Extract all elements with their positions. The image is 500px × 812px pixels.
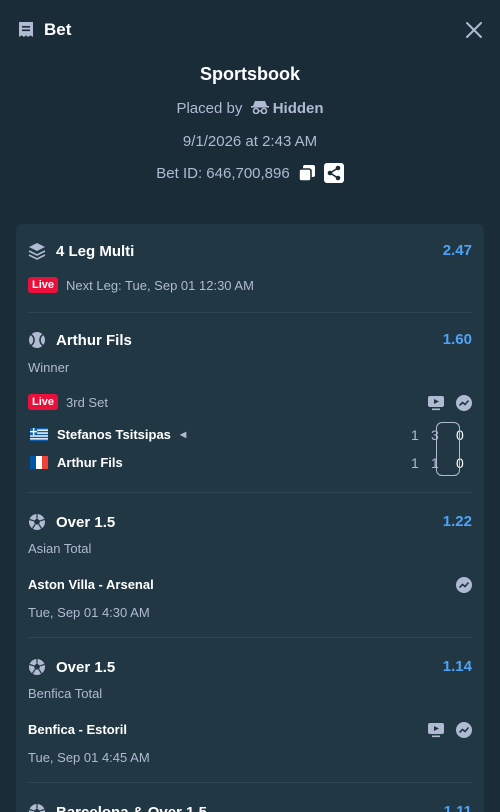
multi-title: 4 Leg Multi — [56, 242, 135, 260]
match-name[interactable]: Aston Villa - Arsenal — [28, 577, 154, 592]
modal-title: Bet — [44, 20, 72, 39]
leg-title-row: Barcelona & Over 1.5 — [28, 803, 207, 812]
leg-aston-villa-arsenal[interactable]: Over 1.5 1.22 Asian Total Aston Villa - … — [28, 513, 472, 623]
share-icon[interactable] — [323, 163, 344, 183]
stats-icon[interactable] — [456, 577, 472, 593]
leg-title: Arthur Fils — [56, 331, 132, 349]
multi-title-row: 4 Leg Multi — [28, 242, 134, 260]
leg-benfica-estoril[interactable]: Over 1.5 1.14 Benfica Total Benfica - Es… — [28, 658, 472, 768]
score-set1: 1 — [411, 455, 419, 471]
serving-indicator-icon: ◀ — [180, 430, 187, 439]
leg-odds: 1.11 — [443, 803, 472, 812]
player-row: Arthur Fils 1 1 0 — [28, 453, 472, 473]
market-label: Benfica Total — [28, 686, 103, 701]
bet-card: 4 Leg Multi 2.47 Live Next Leg: Tue, Sep… — [16, 224, 484, 812]
incognito-icon — [250, 101, 269, 115]
leg-odds: 1.22 — [442, 513, 472, 530]
next-leg-text: Next Leg: Tue, Sep 01 12:30 AM — [66, 277, 254, 293]
placed-by-prefix: Placed by — [176, 100, 243, 117]
score-set1: 1 — [411, 427, 419, 443]
placed-by-name: Hidden — [272, 100, 324, 117]
market-label: Winner — [28, 360, 70, 375]
match-time: Tue, Sep 01 4:30 AM — [28, 605, 150, 620]
france-flag-icon — [30, 456, 48, 469]
leg-odds: 1.60 — [442, 331, 472, 348]
live-stream-icon[interactable] — [428, 395, 444, 411]
bet-date: 9/1/2026 at 2:43 AM — [182, 133, 318, 150]
greece-flag-icon — [30, 428, 48, 441]
multi-header: 4 Leg Multi 2.47 Live Next Leg: Tue, Sep… — [28, 242, 472, 302]
set-status: 3rd Set — [66, 394, 108, 410]
next-leg-row: Live Next Leg: Tue, Sep 01 12:30 AM — [28, 277, 254, 293]
leg-title: Over 1.5 — [56, 658, 116, 676]
leg-arthur-fils[interactable]: Arthur Fils 1.60 Winner Live 3rd Set Ste… — [28, 331, 472, 491]
close-icon[interactable] — [465, 21, 483, 39]
leg-odds: 1.14 — [442, 658, 472, 675]
live-stream-icon[interactable] — [428, 722, 444, 738]
leg-barcelona[interactable]: Barcelona & Over 1.5 1.11 — [28, 803, 472, 812]
stats-icon[interactable] — [456, 395, 472, 411]
match-time: Tue, Sep 01 4:45 AM — [28, 750, 150, 765]
bet-id-row: Bet ID: 646,700,896 — [0, 163, 500, 183]
tennis-ball-icon — [29, 332, 45, 348]
market-label: Asian Total — [28, 541, 92, 556]
live-status-row: Live 3rd Set — [28, 394, 108, 410]
leg-title: Over 1.5 — [56, 513, 116, 531]
leg-title-row: Over 1.5 — [28, 513, 115, 531]
player-name: Arthur Fils — [57, 455, 123, 470]
player-row: Stefanos Tsitsipas ◀ 1 3 0 — [28, 425, 472, 445]
leg-title: Barcelona & Over 1.5 — [56, 803, 207, 812]
divider — [28, 492, 472, 493]
copy-icon[interactable] — [297, 164, 316, 182]
multi-odds: 2.47 — [442, 242, 472, 259]
soccer-ball-icon — [29, 659, 45, 675]
player-name: Stefanos Tsitsipas — [57, 427, 171, 442]
modal-header: Bet — [0, 0, 500, 60]
leg-title-row: Arthur Fils — [28, 331, 132, 349]
layers-icon — [28, 243, 46, 260]
leg-title-row: Over 1.5 — [28, 658, 115, 676]
bet-slip-icon — [19, 22, 33, 37]
match-name[interactable]: Benfica - Estoril — [28, 722, 127, 737]
soccer-ball-icon — [29, 514, 45, 530]
bet-id: Bet ID: 646,700,896 — [156, 164, 290, 182]
live-badge: Live — [28, 277, 59, 293]
soccer-ball-icon — [29, 804, 45, 812]
current-game-score-box — [436, 422, 460, 476]
live-badge: Live — [28, 394, 59, 410]
sportsbook-label: Sportsbook — [199, 64, 300, 84]
divider — [28, 312, 472, 313]
placed-by: Placed by Hidden — [0, 100, 500, 117]
divider — [28, 637, 472, 638]
stats-icon[interactable] — [456, 722, 472, 738]
divider — [28, 782, 472, 783]
